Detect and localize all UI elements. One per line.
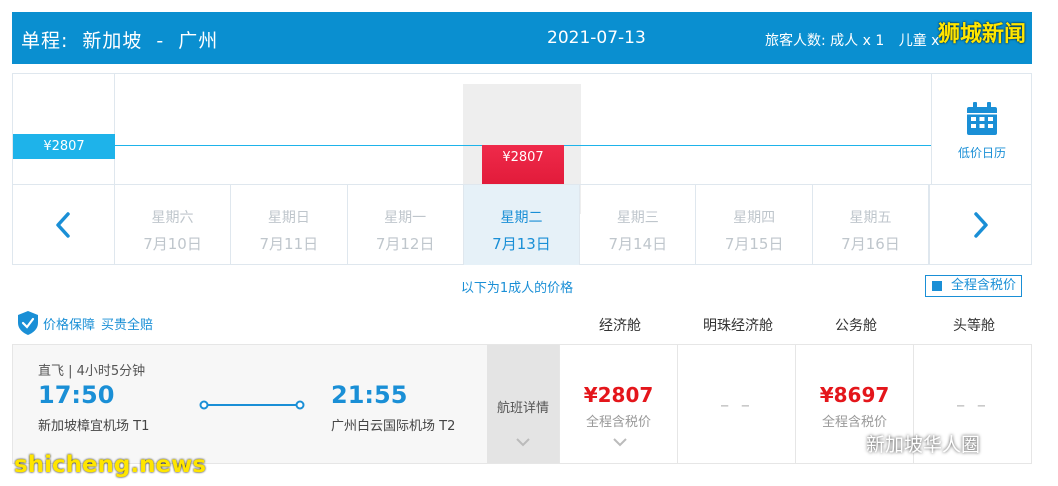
travel-date: 2021-07-13 — [547, 28, 646, 48]
departure-time: 17:50 — [38, 381, 115, 409]
day-weekday: 星期五 — [849, 210, 892, 226]
pax-label: 旅客人数: — [765, 33, 826, 49]
child-count: 儿童 x — [898, 33, 940, 49]
day-date: 7月11日 — [259, 235, 319, 253]
fare-unavailable: – – — [720, 395, 753, 416]
cabin-header-economy: 经济舱 — [599, 318, 641, 334]
fare-price: ¥8697 — [819, 383, 890, 407]
cabin-header-business: 公务舱 — [835, 318, 877, 334]
passenger-count: 旅客人数: 成人 x 1 儿童 x — [765, 30, 939, 50]
chevron-down-icon — [613, 438, 627, 447]
origin-city: 新加坡 — [82, 30, 143, 52]
calendar-label: 低价日历 — [957, 146, 1006, 160]
price-basis-note: 以下为1成人的价格 — [460, 281, 574, 296]
flight-details-label: 航班详情 — [496, 401, 549, 416]
watermark-bottom-right: 新加坡华人圈 — [820, 428, 980, 458]
day-weekday: 星期二 — [500, 210, 543, 226]
day-date: 7月12日 — [375, 235, 435, 253]
day-date: 7月16日 — [841, 235, 900, 253]
day-weekday: 星期日 — [267, 210, 310, 226]
chevron-right-icon — [973, 212, 988, 238]
day-weekday: 星期一 — [384, 210, 427, 226]
next-week-button[interactable] — [929, 185, 1031, 265]
arrival-airport: 广州白云国际机场 T2 — [331, 419, 456, 434]
fare-tax-note: 全程含税价 — [585, 415, 651, 430]
day-cell-6[interactable]: 星期五 7月16日 — [813, 185, 930, 265]
price-trend-panel: ¥2807 ¥2807 低价日历 星期六 7月10日 星期日 7月11日 星期一… — [12, 73, 1032, 265]
day-cell-3-selected[interactable]: 星期二 7月13日 — [463, 185, 581, 265]
chevron-down-icon — [516, 438, 530, 447]
fare-economy[interactable]: ¥2807 全程含税价 — [559, 345, 677, 463]
watermark-bottom: shicheng.news — [14, 452, 207, 478]
guarantee-claim: 买贵全赔 — [101, 317, 154, 333]
guarantee-label: 价格保障 — [43, 317, 96, 333]
departure-airport: 新加坡樟宜机场 T1 — [38, 419, 150, 434]
route-summary: 单程: 新加坡 - 广州 — [21, 26, 218, 53]
day-date: 7月15日 — [724, 235, 784, 253]
day-cell-1[interactable]: 星期日 7月11日 — [231, 185, 348, 265]
day-weekday: 星期三 — [616, 210, 659, 226]
fare-premium-economy: – – — [677, 345, 795, 463]
tax-toggle-label: 全程含税价 — [951, 278, 1017, 293]
route-line-icon — [199, 400, 305, 410]
low-price-calendar-button[interactable]: 低价日历 — [931, 74, 1031, 184]
tax-inclusive-toggle[interactable]: 全程含税价 — [925, 275, 1022, 297]
cabin-header-first: 头等舱 — [953, 318, 995, 334]
day-weekday: 星期四 — [733, 210, 776, 226]
watermark-text: 新加坡华人圈 — [866, 433, 981, 456]
day-weekday: 星期六 — [151, 210, 194, 226]
fare-price: ¥2807 — [583, 383, 654, 407]
route-dash: - — [156, 30, 165, 52]
day-date: 7月13日 — [492, 235, 551, 253]
day-cell-0[interactable]: 星期六 7月10日 — [115, 185, 232, 265]
selected-price: ¥2807 — [502, 150, 544, 165]
price-guarantee[interactable]: 价格保障 买贵全赔 — [17, 309, 153, 337]
day-cell-2[interactable]: 星期一 7月12日 — [348, 185, 464, 265]
day-cell-4[interactable]: 星期三 7月14日 — [580, 185, 697, 265]
chevron-left-icon — [56, 212, 71, 238]
trip-type: 单程: — [21, 30, 69, 52]
base-price-tag: ¥2807 — [13, 134, 115, 159]
watermark-top: 狮城新闻 — [938, 22, 1027, 47]
destination-city: 广州 — [178, 30, 219, 52]
shield-icon — [18, 311, 38, 335]
cabin-header-premium-economy: 明珠经济舱 — [703, 318, 773, 334]
arrival-time: 21:55 — [331, 381, 408, 409]
adult-count: 成人 x 1 — [830, 33, 885, 49]
flight-details-button[interactable]: 航班详情 — [487, 345, 559, 463]
day-date: 7月10日 — [143, 235, 202, 253]
checkbox-icon — [932, 281, 942, 291]
fare-unavailable: – – — [956, 395, 989, 416]
wechat-icon — [821, 429, 859, 456]
prev-week-button[interactable] — [13, 185, 115, 265]
day-cell-5[interactable]: 星期四 7月15日 — [696, 185, 813, 265]
date-strip: 星期六 7月10日 星期日 7月11日 星期一 7月12日 星期二 7月13日 星期三 7… — [13, 184, 1031, 265]
calendar-icon — [967, 102, 997, 135]
trend-axis: ¥2807 — [13, 74, 115, 184]
flight-type-duration: 直飞 | 4小时5分钟 — [38, 364, 146, 379]
search-summary-bar: 单程: 新加坡 - 广州 2021-07-13 旅客人数: 成人 x 1 儿童 x — [12, 12, 1032, 64]
day-date: 7月14日 — [608, 235, 668, 253]
